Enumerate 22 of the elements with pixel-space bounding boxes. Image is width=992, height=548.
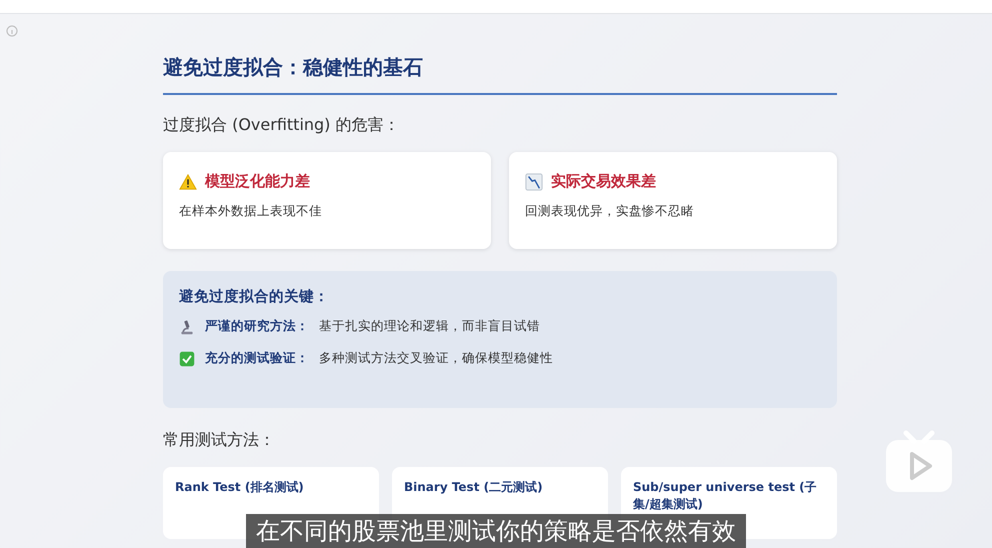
item-text: 多种测试方法交叉验证，确保模型稳健性 — [319, 350, 553, 367]
checkbox-icon — [179, 350, 195, 366]
panel-heading: 避免过度拟合的关键： — [179, 287, 330, 306]
card-text: 在样本外数据上表现不佳 — [179, 203, 323, 220]
declining-chart-icon — [525, 172, 543, 190]
info-icon — [6, 25, 18, 37]
section-heading: 常用测试方法： — [163, 430, 276, 451]
slide-title: 避免过度拟合：稳健性的基石 — [163, 54, 837, 95]
item-label: 充分的测试验证： — [205, 350, 309, 367]
card-text: 回测表现优异，实盘惨不忍睹 — [525, 203, 695, 220]
warning-icon — [179, 172, 197, 190]
method-title: Rank Test (排名测试) — [175, 479, 305, 496]
card-title: 实际交易效果差 — [551, 172, 656, 191]
microscope-icon — [179, 318, 195, 334]
method-title: Binary Test (二元测试) — [404, 479, 544, 496]
card-title: 模型泛化能力差 — [205, 172, 310, 191]
section-heading: 过度拟合 (Overfitting) 的危害： — [163, 115, 401, 136]
item-label: 严谨的研究方法： — [205, 318, 309, 335]
item-text: 基于扎实的理论和逻辑，而非盲目试错 — [319, 318, 540, 335]
tv-play-icon[interactable] — [884, 430, 954, 494]
video-subtitle: 在不同的股票池里测试你的策略是否依然有效 — [246, 514, 746, 548]
method-title: Sub/super universe test (子集/超集测试) — [633, 479, 818, 513]
